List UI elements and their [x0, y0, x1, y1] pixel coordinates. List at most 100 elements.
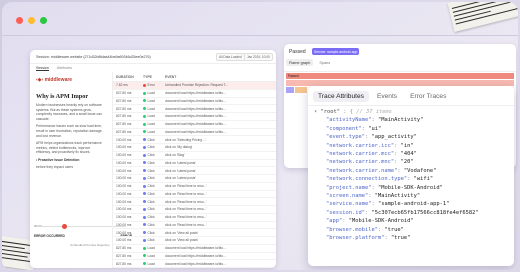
- json-key: "project.name": [326, 184, 372, 191]
- json-key-text: app: [329, 218, 339, 225]
- json-attribute-line[interactable]: "browser.mobile": "true": [314, 226, 479, 234]
- event-duration: 100.00 ms: [116, 145, 132, 150]
- json-attribute-line[interactable]: "session.id": "5c307ecb65fb17566cc818fe4…: [314, 209, 479, 217]
- json-attribute-line[interactable]: "network.carrier.icc": "in": [314, 142, 479, 150]
- event-row[interactable]: 100.00 ms Click click on 'Blog': [113, 152, 276, 160]
- col-duration: DURATION: [116, 74, 134, 79]
- event-description: click on 'Latest posts': [165, 160, 196, 165]
- json-attribute-line[interactable]: "component": "ui": [314, 125, 479, 133]
- event-duration: 100.00 ms: [116, 230, 132, 235]
- json-attribute-line[interactable]: "network.carrier.name": "Vodafone": [314, 167, 479, 175]
- event-description: document load https://middleware.io/blo.…: [165, 106, 226, 111]
- json-key: "network.carrier.icc": [326, 142, 395, 149]
- article-bullet-text: before they impact users: [36, 164, 74, 169]
- json-key-text: browser.mobile: [329, 226, 375, 233]
- event-row[interactable]: 100.00 ms Click click on 'Read time to res…: [113, 183, 276, 191]
- trace-attributes-panel: Trace Attributes Events Error Traces ▾ "…: [308, 86, 514, 266]
- json-key-text: screen.name: [329, 193, 365, 200]
- json-attribute-line[interactable]: "network.connection.type": "wifi": [314, 175, 479, 183]
- date-button[interactable]: Jan 2024, 10:00: [244, 53, 273, 61]
- event-row[interactable]: 100.00 ms Click click on 'Read time to res…: [113, 206, 276, 214]
- event-row[interactable]: 100.00 ms Click click on 'Latest posts': [113, 167, 276, 175]
- data-loaded-button[interactable]: All Data Loaded: [216, 53, 245, 61]
- session-panel: Session: middleware.website (271d32b8fda…: [30, 50, 276, 268]
- flame-mini-span[interactable]: [295, 87, 307, 93]
- tab-spans[interactable]: Spans: [316, 59, 333, 66]
- json-root-line[interactable]: ▾ "root" : { // 37 items: [314, 108, 479, 116]
- event-duration: 7.82 ms: [116, 83, 128, 88]
- json-attribute-line[interactable]: "project.name": "Mobile-SDK-Android": [314, 184, 479, 192]
- session-title: Session: middleware.website (271d32b8fda…: [36, 55, 151, 59]
- event-type: Click: [143, 238, 165, 242]
- json-attribute-line[interactable]: "activityName": "MainActivity": [314, 116, 479, 124]
- event-row[interactable]: 100.00 ms Click click on 'Read time to res…: [113, 214, 276, 222]
- event-type-label: Click: [147, 199, 155, 204]
- event-row[interactable]: 100.00 ms Click click on 'View all posts': [113, 229, 276, 237]
- json-key: "network.carrier.name": [326, 167, 398, 174]
- json-attribute-line[interactable]: "browser.platform": "true": [314, 234, 479, 242]
- json-attribute-line[interactable]: "network.carrier.mnc": "20": [314, 158, 479, 166]
- tab-events[interactable]: Events: [372, 91, 402, 102]
- event-row[interactable]: 827.80 ms Load document load https://middl…: [113, 98, 276, 106]
- tab-trace-attributes[interactable]: Trace Attributes: [313, 91, 369, 102]
- event-row[interactable]: 827.80 ms Load document load https://middl…: [113, 113, 276, 121]
- event-type-label: Click: [147, 168, 155, 173]
- trace-status: Passed: [289, 49, 306, 55]
- event-duration: 827.80 ms: [116, 122, 132, 127]
- maximize-dot-icon[interactable]: [40, 17, 47, 24]
- event-row[interactable]: 100.00 ms Click click on 'My dialog': [113, 144, 276, 152]
- json-attribute-line[interactable]: "app": "Mobile-SDK-Android": [314, 217, 479, 225]
- tab-flame-graph[interactable]: Flame graph: [286, 59, 314, 66]
- json-key: "event.type": [326, 134, 365, 141]
- close-dot-icon[interactable]: [16, 17, 23, 24]
- event-row[interactable]: 827.80 ms Load document load https://middl…: [113, 129, 276, 137]
- event-row[interactable]: 827.80 ms Load document load https://middl…: [113, 260, 276, 268]
- event-description: click on 'My dialog': [165, 145, 193, 150]
- event-row[interactable]: 100.00 ms Click click on 'View all posts': [113, 237, 276, 245]
- json-key-text: component: [329, 125, 359, 132]
- tab-attributes[interactable]: Attributes: [57, 66, 72, 71]
- event-description: click on 'Read time to reso...': [165, 191, 207, 196]
- event-description: click on 'Read time to reso...': [165, 199, 207, 204]
- event-row[interactable]: 100.00 ms Click click on 'Selecting Pricin…: [113, 136, 276, 144]
- event-description: click on 'Read time to reso...': [165, 222, 207, 227]
- json-key: "network.carrier.mnc": [326, 159, 395, 166]
- col-type: TYPE: [143, 74, 152, 79]
- json-key-text: project.name: [329, 184, 369, 191]
- event-row[interactable]: 7.82 ms Error Unhandled Promise Rejection:…: [113, 82, 276, 90]
- event-type: Load: [143, 99, 165, 103]
- event-type-label: Load: [147, 91, 155, 96]
- event-type: Click: [143, 161, 165, 165]
- error-marker-icon[interactable]: [62, 224, 67, 229]
- json-attribute-line[interactable]: "event.type": "app_activity": [314, 133, 479, 141]
- event-type-dot-icon: [143, 238, 146, 242]
- event-row[interactable]: 827.80 ms Load document load https://middl…: [113, 253, 276, 261]
- event-row[interactable]: 827.80 ms Load document load https://middl…: [113, 245, 276, 253]
- json-key-text: service.name: [329, 201, 369, 208]
- error-message: Unhandled Promise Rejection: [70, 243, 110, 247]
- event-row[interactable]: 100.00 ms Click click on 'Read time to res…: [113, 222, 276, 230]
- event-type-label: Click: [147, 145, 155, 150]
- event-row[interactable]: 100.00 ms Click click on 'Latest posts': [113, 160, 276, 168]
- event-row[interactable]: 827.80 ms Load document load https://middl…: [113, 105, 276, 113]
- tab-error-traces[interactable]: Error Traces: [405, 91, 451, 102]
- json-attribute-line[interactable]: "network.carrier.mcc": "404": [314, 150, 479, 158]
- json-key: "browser.mobile": [326, 226, 378, 233]
- event-row[interactable]: 827.80 ms Load document load https://middl…: [113, 121, 276, 129]
- event-row[interactable]: 100.00 ms Click click on 'Read time to res…: [113, 198, 276, 206]
- event-type-label: Click: [147, 222, 155, 227]
- tab-session[interactable]: Session: [36, 66, 49, 71]
- json-key-text: network.carrier.mcc: [329, 151, 391, 158]
- event-duration: 100.00 ms: [116, 238, 132, 243]
- json-attribute-line[interactable]: "screen.name": "MainActivity": [314, 192, 479, 200]
- json-attribute-line[interactable]: "service.name": "sample-android-app-1": [314, 200, 479, 208]
- event-row[interactable]: 827.80 ms Load document load https://middl…: [113, 90, 276, 98]
- flame-root-span[interactable]: Passed: [286, 73, 514, 79]
- json-key-text: network.carrier.name: [329, 167, 395, 174]
- event-row[interactable]: 100.00 ms Click click on 'Latest posts': [113, 175, 276, 183]
- event-description: document load https://middleware.io/blo.…: [165, 246, 226, 251]
- event-row[interactable]: 100.00 ms Click click on 'Read time to res…: [113, 191, 276, 199]
- paper-scrap-decoration: [447, 2, 518, 33]
- flame-mini-span[interactable]: [286, 87, 294, 93]
- minimize-dot-icon[interactable]: [28, 17, 35, 24]
